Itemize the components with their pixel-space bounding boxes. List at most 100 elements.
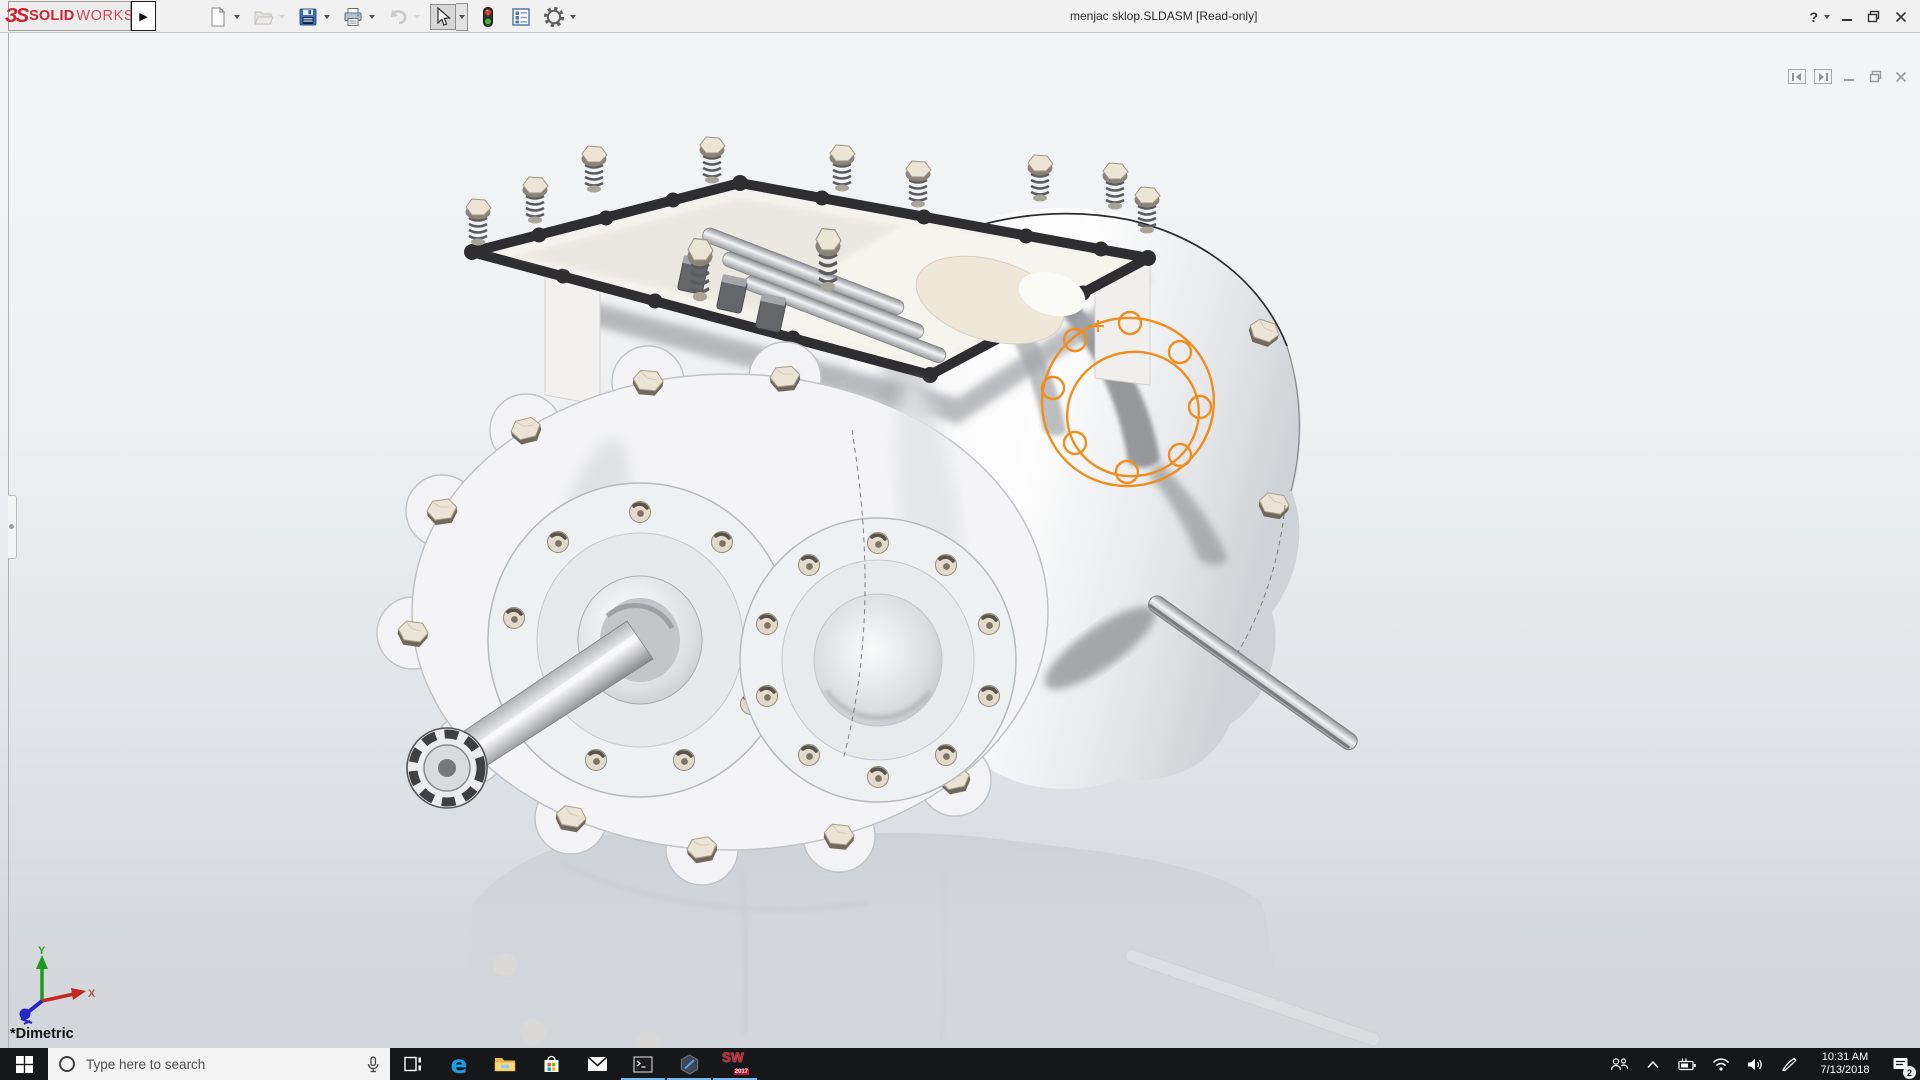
microphone-icon — [366, 1056, 380, 1073]
doc-minimize-button[interactable] — [1840, 69, 1858, 84]
secondary-flange — [740, 518, 1016, 802]
battery-button[interactable] — [1672, 1048, 1702, 1080]
clock-time: 10:31 AM — [1808, 1051, 1882, 1064]
clock-date: 7/13/2018 — [1808, 1064, 1882, 1077]
pen-button[interactable] — [1774, 1048, 1804, 1080]
close-button[interactable] — [1887, 5, 1914, 29]
window-controls: ? — [1806, 0, 1914, 33]
doc-minimize-icon — [1843, 71, 1855, 83]
new-document-icon — [207, 6, 229, 28]
options-dropdown[interactable] — [567, 4, 579, 30]
select-tool-button[interactable] — [430, 4, 456, 30]
speaker-icon — [1747, 1057, 1764, 1072]
people-icon — [1610, 1057, 1629, 1072]
doc-restore-icon — [1869, 70, 1882, 83]
tile-right-button[interactable] — [1814, 69, 1832, 84]
restore-button[interactable] — [1860, 5, 1887, 29]
start-button[interactable] — [0, 1048, 48, 1080]
select-cursor-icon — [433, 7, 453, 27]
save-button[interactable] — [295, 4, 321, 30]
graphics-viewport[interactable]: Y X *Dimetric — [0, 33, 1920, 1048]
mail-icon — [587, 1056, 608, 1072]
new-document-dropdown[interactable] — [231, 4, 243, 30]
people-button[interactable] — [1604, 1048, 1634, 1080]
pen-icon — [1781, 1056, 1798, 1072]
undo-dropdown[interactable] — [411, 4, 423, 30]
taskbar-search-input[interactable]: Type here to search — [48, 1048, 390, 1080]
new-document-button[interactable] — [205, 4, 231, 30]
select-tool-dropdown[interactable] — [456, 3, 468, 31]
doc-close-icon — [1895, 71, 1907, 83]
task-view-icon — [404, 1056, 422, 1072]
search-placeholder: Type here to search — [86, 1057, 356, 1072]
save-dropdown[interactable] — [321, 4, 333, 30]
show-hidden-icons-button[interactable] — [1638, 1048, 1668, 1080]
solidworks-logo-mark: ЗS — [5, 5, 27, 28]
traffic-light-icon — [478, 6, 498, 28]
hexagon-app-icon — [679, 1054, 700, 1075]
print-button[interactable] — [340, 4, 366, 30]
cortana-ring-icon — [58, 1055, 76, 1073]
action-center-button[interactable]: 2 — [1886, 1048, 1916, 1080]
model-canvas-gearbox-assembly[interactable] — [0, 33, 1920, 1048]
rebuild-button[interactable] — [475, 4, 501, 30]
help-dropdown[interactable] — [1821, 4, 1833, 30]
quick-toolbar — [205, 3, 579, 31]
windows-taskbar: Type here to search e — [0, 1048, 1920, 1080]
solidworks-2017-icon: SW 2017 — [722, 1051, 748, 1077]
view-orientation-label: *Dimetric — [10, 1026, 74, 1042]
edge-icon: e — [451, 1052, 468, 1077]
open-dropdown[interactable] — [276, 4, 288, 30]
open-icon — [252, 6, 274, 28]
notification-badge: 2 — [1903, 1066, 1916, 1079]
display-pane-button[interactable] — [508, 4, 534, 30]
solidworks-logo-works: WORKS — [76, 8, 134, 24]
tile-left-icon — [1791, 72, 1803, 82]
store-icon — [542, 1055, 561, 1074]
triad-y-label: Y — [38, 945, 46, 957]
volume-button[interactable] — [1740, 1048, 1770, 1080]
doc-restore-button[interactable] — [1866, 69, 1884, 84]
wifi-icon — [1712, 1057, 1730, 1071]
windows-logo-icon — [16, 1056, 33, 1073]
solidworks-logo: ЗS SOLIDWORKS — [8, 1, 131, 31]
splitter-dot — [9, 524, 14, 529]
file-explorer-icon — [494, 1055, 516, 1073]
taskbar-clock[interactable]: 10:31 AM 7/13/2018 — [1808, 1051, 1882, 1077]
open-button[interactable] — [250, 4, 276, 30]
save-icon — [297, 6, 319, 28]
taskbar-file-explorer[interactable] — [482, 1048, 528, 1080]
help-button[interactable]: ? — [1806, 9, 1821, 25]
reference-triad: Y X — [12, 945, 98, 1029]
document-window-controls — [1788, 69, 1910, 84]
doc-close-button[interactable] — [1892, 69, 1910, 84]
triad-x-label: X — [88, 988, 96, 1000]
minimize-button[interactable] — [1833, 5, 1860, 29]
feature-tree-collapsed-splitter[interactable] — [8, 495, 17, 559]
menu-expand-button[interactable]: ▶ — [131, 1, 156, 31]
battery-plugged-icon — [1678, 1058, 1697, 1071]
options-button[interactable] — [541, 4, 567, 30]
model-reflection — [470, 830, 1381, 1048]
taskbar-hexagon-app[interactable] — [666, 1048, 712, 1080]
print-icon — [342, 6, 364, 28]
print-dropdown[interactable] — [366, 4, 378, 30]
title-bar: ЗS SOLIDWORKS ▶ — [0, 0, 1920, 33]
minimize-icon — [1841, 11, 1853, 23]
system-tray: 10:31 AM 7/13/2018 2 — [1604, 1048, 1920, 1080]
network-button[interactable] — [1706, 1048, 1736, 1080]
undo-button[interactable] — [385, 4, 411, 30]
chevron-up-icon — [1646, 1060, 1660, 1069]
undo-icon — [387, 6, 409, 28]
taskbar-store[interactable] — [528, 1048, 574, 1080]
taskbar-command-prompt[interactable] — [620, 1048, 666, 1080]
play-arrow-icon: ▶ — [139, 10, 147, 23]
taskbar-mail[interactable] — [574, 1048, 620, 1080]
display-pane-icon — [510, 6, 532, 28]
tile-left-button[interactable] — [1788, 69, 1806, 84]
taskbar-solidworks-2017[interactable]: SW 2017 — [712, 1048, 758, 1080]
solidworks-logo-solid: SOLID — [29, 8, 74, 24]
tile-right-icon — [1817, 72, 1829, 82]
taskbar-edge[interactable]: e — [436, 1048, 482, 1080]
task-view-button[interactable] — [390, 1048, 436, 1080]
